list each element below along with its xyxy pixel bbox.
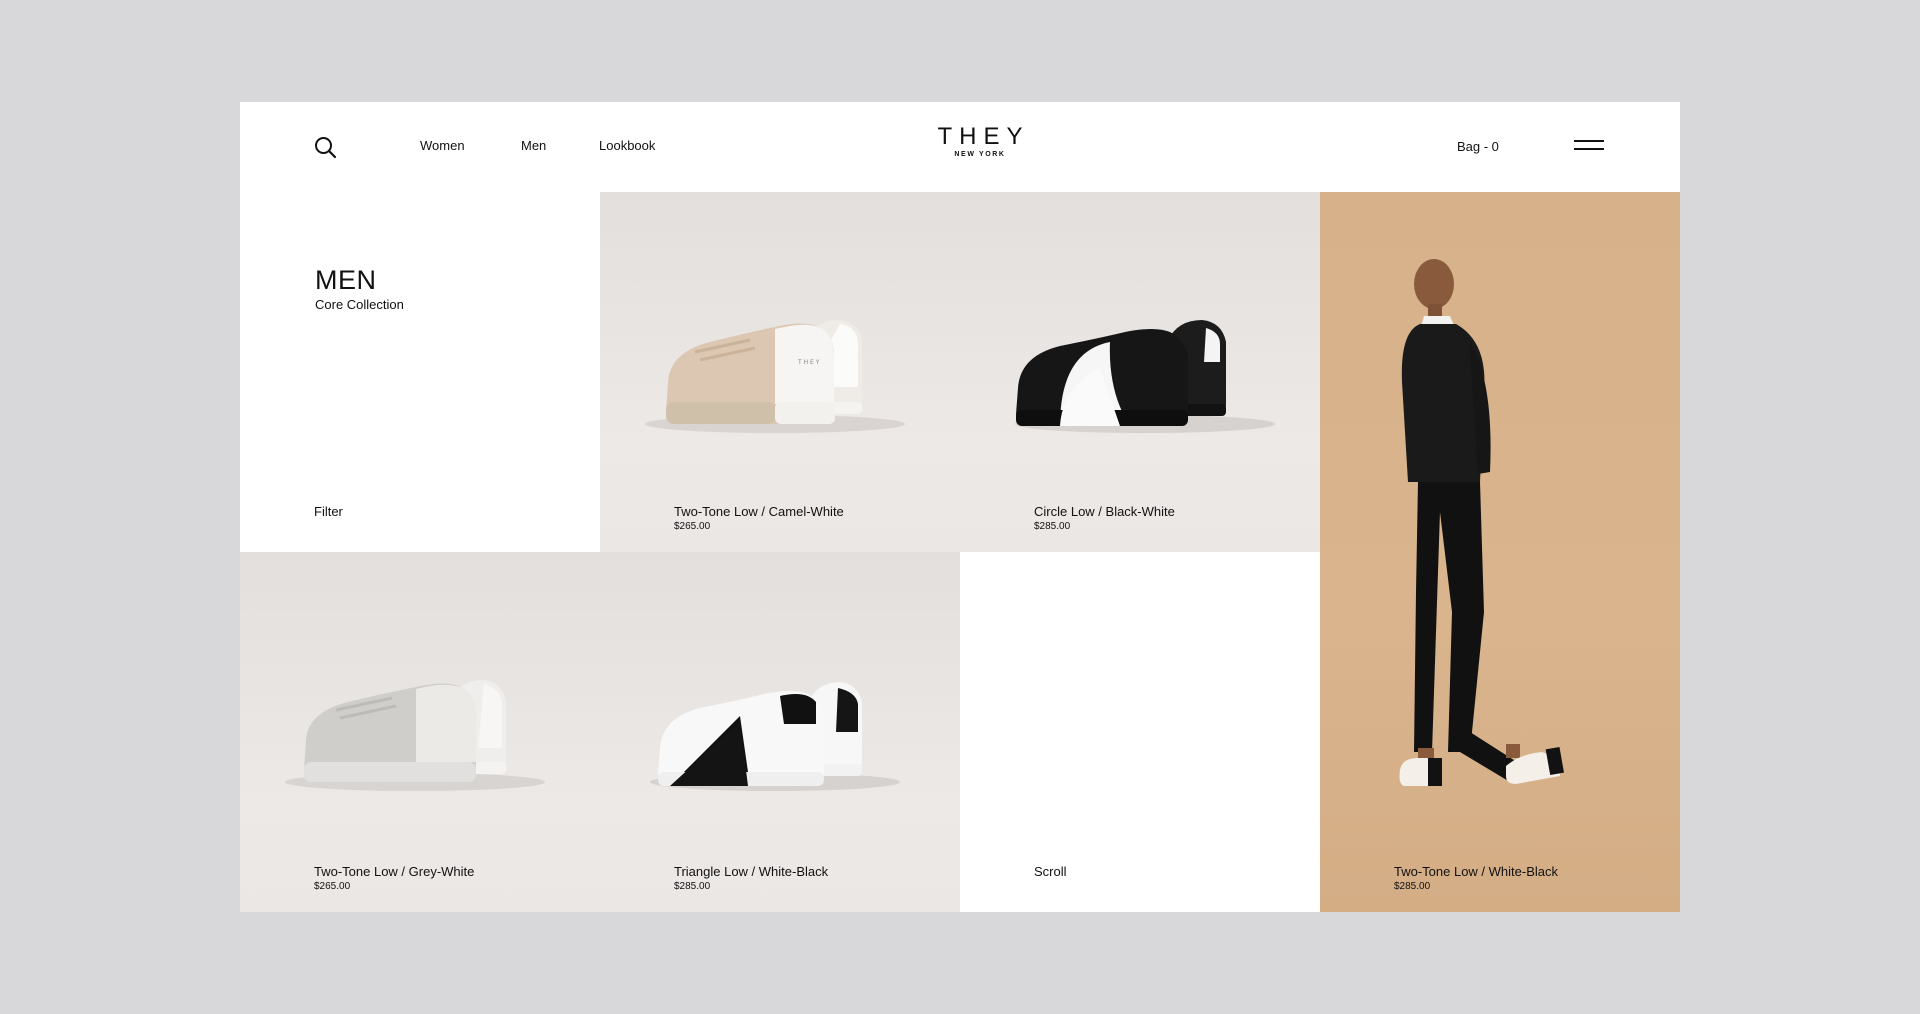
- product-card[interactable]: T H E Y Two-Tone Low / Camel-White $265.…: [600, 192, 960, 552]
- triangle-white-black-sneaker-image: [650, 682, 900, 791]
- product-card[interactable]: Two-Tone Low / White-Black $285.00: [1320, 192, 1680, 912]
- product-name[interactable]: Triangle Low / White-Black: [674, 864, 828, 879]
- hamburger-menu-icon[interactable]: [1574, 139, 1604, 153]
- category-intro-tile: MEN Core Collection Filter: [240, 192, 600, 552]
- scroll-label[interactable]: Scroll: [1034, 864, 1067, 879]
- category-subtitle: Core Collection: [315, 297, 404, 312]
- site-header: Women Men Lookbook THEY NEW YORK Bag - 0: [240, 102, 1680, 192]
- circle-black-white-sneaker-image: [1015, 320, 1275, 433]
- category-title: MEN: [315, 265, 377, 295]
- filter-button[interactable]: Filter: [314, 504, 343, 519]
- logo-wordmark: THEY: [937, 123, 1030, 150]
- page-frame: Women Men Lookbook THEY NEW YORK Bag - 0…: [240, 102, 1680, 912]
- nav-women-link[interactable]: Women: [420, 138, 465, 153]
- camel-white-sneaker-image: T H E Y: [645, 320, 905, 433]
- product-card[interactable]: Two-Tone Low / Grey-White $265.00: [240, 552, 600, 912]
- product-card[interactable]: Circle Low / Black-White $285.00: [960, 192, 1320, 552]
- product-price: $265.00: [674, 521, 711, 532]
- scroll-tile: Scroll: [960, 552, 1320, 912]
- nav-lookbook-link[interactable]: Lookbook: [599, 138, 655, 153]
- search-icon[interactable]: [313, 135, 339, 161]
- product-name[interactable]: Circle Low / Black-White: [1034, 504, 1175, 519]
- product-name[interactable]: Two-Tone Low / White-Black: [1394, 864, 1558, 879]
- model-lifestyle-image: [1399, 259, 1564, 786]
- svg-text:T H E Y: T H E Y: [797, 359, 820, 366]
- product-price: $285.00: [674, 881, 711, 892]
- brand-logo[interactable]: THEY NEW YORK: [918, 123, 1042, 159]
- product-card[interactable]: Triangle Low / White-Black $285.00: [600, 552, 960, 912]
- product-name[interactable]: Two-Tone Low / Grey-White: [314, 864, 474, 879]
- product-name[interactable]: Two-Tone Low / Camel-White: [674, 504, 844, 519]
- product-price: $285.00: [1394, 881, 1431, 892]
- grey-white-sneaker-image: [285, 680, 545, 791]
- logo-subtitle: NEW YORK: [954, 151, 1006, 158]
- bag-link[interactable]: Bag - 0: [1457, 139, 1499, 154]
- product-price: $265.00: [314, 881, 351, 892]
- product-price: $285.00: [1034, 521, 1071, 532]
- nav-men-link[interactable]: Men: [521, 138, 546, 153]
